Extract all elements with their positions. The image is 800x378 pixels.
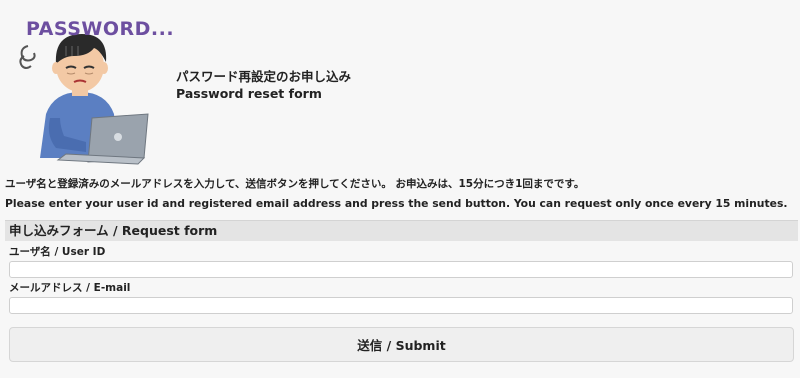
page-title-ja: パスワード再設定のお申し込み [176, 69, 352, 84]
instruction-text-en: Please enter your user id and registered… [5, 197, 788, 210]
submit-button[interactable]: 送信 / Submit [9, 327, 794, 362]
page-header: PASSWORD... パスワード再設定のお申し込み Password rese… [0, 0, 800, 170]
userid-label: ユーザ名 / User ID [9, 246, 106, 258]
email-input[interactable] [9, 297, 793, 314]
page-title-en: Password reset form [176, 86, 322, 101]
password-logo-text: PASSWORD... [26, 18, 175, 40]
email-label: メールアドレス / E-mail [9, 282, 131, 294]
tired-person-with-laptop-icon: PASSWORD... [6, 6, 174, 166]
instruction-text-ja: ユーザ名と登録済みのメールアドレスを入力して、送信ボタンを押してください。 お申… [5, 178, 585, 190]
page-title: パスワード再設定のお申し込み Password reset form [176, 68, 351, 102]
request-form-header: 申し込みフォーム / Request form [5, 220, 798, 241]
userid-input[interactable] [9, 261, 793, 278]
